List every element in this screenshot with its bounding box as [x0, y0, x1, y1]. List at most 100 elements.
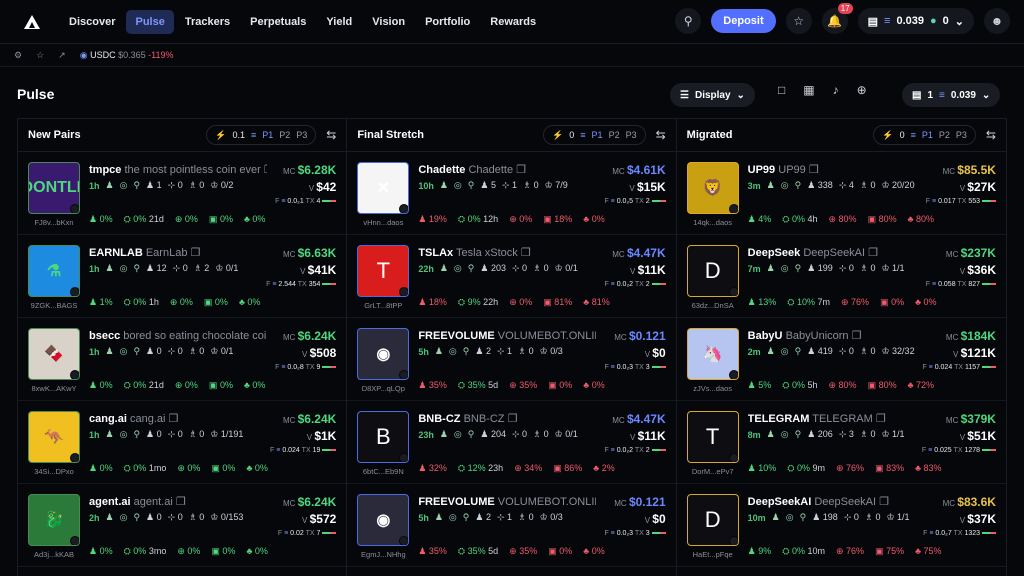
token-card[interactable]: T DorM...ePv7 TELEGRAM TELEGRAM ❐ 8m ♟ ◎…	[676, 401, 1006, 484]
chart-icon[interactable]: ↗	[58, 50, 66, 61]
globe-icon[interactable]: ◎	[449, 512, 457, 523]
keyboard-icon[interactable]: ▦	[803, 83, 814, 97]
copy-icon[interactable]: ❐	[521, 247, 531, 259]
sliders-icon[interactable]: ⇆	[656, 128, 666, 142]
copy-icon[interactable]: ❐	[169, 413, 179, 425]
dev-icon[interactable]: ♟	[440, 429, 448, 440]
preset-p1[interactable]: P1	[262, 130, 273, 140]
token-image[interactable]: ⚗	[28, 245, 80, 297]
wallet-select-button[interactable]: ▤ 1 ≡ 0.039 ⌄	[902, 83, 1001, 107]
dev-icon[interactable]: ♟	[772, 512, 780, 523]
globe-icon[interactable]: ◎	[120, 180, 128, 191]
nav-item-perpetuals[interactable]: Perpetuals	[241, 10, 315, 34]
token-name[interactable]: TELEGRAM TELEGRAM ❐	[748, 412, 926, 425]
token-address[interactable]: 14qk...daos	[687, 218, 739, 227]
token-card[interactable]: D 63dz...DnSA DeepSeek DeepSeekAI ❐ 7m ♟…	[676, 235, 1006, 318]
search-icon[interactable]: ⚲	[468, 180, 475, 191]
search-icon[interactable]: ⚲	[468, 263, 475, 274]
globe-icon[interactable]: ◎	[120, 429, 128, 440]
globe-icon[interactable]: ◎	[786, 512, 794, 523]
token-image[interactable]: ◉	[357, 494, 410, 546]
token-name[interactable]: cang.ai cang.ai ❐	[89, 412, 267, 425]
globe-icon[interactable]: ◎	[120, 512, 128, 523]
nav-item-discover[interactable]: Discover	[60, 10, 124, 34]
gear-icon[interactable]: ⚙	[14, 50, 22, 61]
token-name[interactable]: BabyU BabyUnicorn ❐	[748, 329, 926, 342]
dev-icon[interactable]: ♟	[440, 180, 448, 191]
search-icon[interactable]: ⚲	[133, 263, 140, 274]
token-image[interactable]: D	[686, 494, 739, 546]
token-card[interactable]: ◉ EgmJ...NHhg FREEVOLUME VOLUMEBOT.ONLIN…	[347, 484, 676, 567]
token-name[interactable]: tmpce the most pointless coin ever ❐	[89, 163, 267, 176]
token-address[interactable]: DorM...ePv7	[687, 467, 739, 476]
search-icon[interactable]: ⚲	[133, 512, 140, 523]
preset-p3[interactable]: P3	[956, 130, 967, 140]
search-icon[interactable]: ⚲	[675, 8, 702, 34]
nav-item-portfolio[interactable]: Portfolio	[416, 10, 479, 34]
usdc-ticker[interactable]: ◉ USDC $0.365 -119%	[80, 50, 174, 61]
dev-icon[interactable]: ♟	[106, 263, 114, 274]
token-image[interactable]: 🦁	[686, 162, 739, 214]
token-image[interactable]: ◉	[357, 328, 410, 380]
token-image[interactable]: ✕	[357, 162, 410, 214]
token-name[interactable]: bsecc bored so eating chocolate coin ❐	[89, 329, 267, 342]
search-icon[interactable]: ⚲	[463, 512, 470, 523]
token-name[interactable]: FREEVOLUME VOLUMEBOT.ONLINE F ❐	[418, 329, 596, 342]
search-icon[interactable]: ⚲	[795, 429, 802, 440]
search-icon[interactable]: ⚲	[800, 512, 807, 523]
token-card[interactable]: B 6btC...Eb9N BNB-CZ BNB-CZ ❐ 23h ♟ ◎ ⚲ …	[347, 401, 676, 484]
quick-buy-filter[interactable]: ⚡ 0 ≡ P1 P2 P3	[543, 125, 646, 145]
quick-buy-filter[interactable]: ⚡ 0.1 ≡ P1 P2 P3	[206, 125, 317, 145]
globe-icon[interactable]: ◎	[454, 429, 462, 440]
token-name[interactable]: EARNLAB EarnLab ❐	[89, 246, 267, 259]
token-address[interactable]: 34Si...DPxo	[28, 467, 80, 476]
copy-icon[interactable]: ❐	[264, 164, 267, 176]
token-name[interactable]: Chadette Chadette ❐	[418, 163, 596, 176]
dev-icon[interactable]: ♟	[440, 263, 448, 274]
token-card[interactable]: 🍫 8xwK...AKwY bsecc bored so eating choc…	[18, 318, 347, 401]
display-button[interactable]: ☰ Display ⌄	[670, 83, 755, 107]
nav-item-pulse[interactable]: Pulse	[126, 9, 174, 34]
token-image[interactable]: 🦄	[686, 328, 739, 380]
token-name[interactable]: agent.ai agent.ai ❐	[89, 495, 267, 508]
token-card[interactable]: 🦘 34Si...DPxo cang.ai cang.ai ❐ 1h ♟ ◎ ⚲…	[18, 401, 347, 484]
globe-icon[interactable]: ◎	[454, 263, 462, 274]
dev-icon[interactable]: ♟	[106, 429, 114, 440]
token-name[interactable]: FREEVOLUME VOLUMEBOT.ONLINE F ❐	[418, 495, 596, 508]
axiom-logo-icon[interactable]	[22, 13, 42, 31]
copy-icon[interactable]: ❐	[852, 330, 862, 342]
sliders-icon[interactable]: ⇆	[986, 128, 996, 142]
preset-p3[interactable]: P3	[626, 130, 637, 140]
token-address[interactable]: D8XP...qLQp	[357, 384, 409, 393]
wallet-button[interactable]: ▤ ≡ 0.039 ● 0 ⌄	[857, 8, 974, 34]
search-icon[interactable]: ⚲	[468, 429, 475, 440]
dev-icon[interactable]: ♟	[435, 512, 443, 523]
token-card[interactable]: T GrLT...8tPP TSLAx Tesla xStock ❐ 22h ♟…	[347, 235, 676, 318]
token-image[interactable]: T	[357, 245, 410, 297]
preset-p2[interactable]: P2	[939, 130, 950, 140]
preset-p1[interactable]: P1	[922, 130, 933, 140]
user-settings-icon[interactable]: ☻	[984, 8, 1010, 34]
token-image[interactable]: B	[357, 411, 410, 463]
copy-icon[interactable]: ❐	[809, 164, 819, 176]
token-image[interactable]: 🍫	[28, 328, 80, 380]
nav-item-trackers[interactable]: Trackers	[176, 10, 239, 34]
globe-icon[interactable]: ◎	[781, 429, 789, 440]
search-icon[interactable]: ⚲	[795, 346, 802, 357]
token-address[interactable]: 8xwK...AKwY	[28, 384, 80, 393]
token-card[interactable]: 🦄 zJVs...daos BabyU BabyUnicorn ❐ 2m ♟ ◎…	[676, 318, 1006, 401]
nav-item-yield[interactable]: Yield	[317, 10, 361, 34]
copy-icon[interactable]: ❐	[191, 247, 201, 259]
token-address[interactable]: Ad3j...kKAB	[28, 550, 80, 559]
token-address[interactable]: vHnn...daos	[357, 218, 409, 227]
globe-icon[interactable]: ◎	[454, 180, 462, 191]
token-address[interactable]: FJ8v...bKxn	[28, 218, 80, 227]
dev-icon[interactable]: ♟	[435, 346, 443, 357]
token-address[interactable]: GrLT...8tPP	[357, 301, 409, 310]
bell-icon[interactable]: 🔔 17	[821, 3, 853, 34]
search-icon[interactable]: ⚲	[463, 346, 470, 357]
dev-icon[interactable]: ♟	[106, 180, 114, 191]
dev-icon[interactable]: ♟	[767, 263, 775, 274]
crosshair-settings-icon[interactable]: ⊕	[857, 83, 867, 97]
token-name[interactable]: TSLAx Tesla xStock ❐	[418, 246, 596, 259]
